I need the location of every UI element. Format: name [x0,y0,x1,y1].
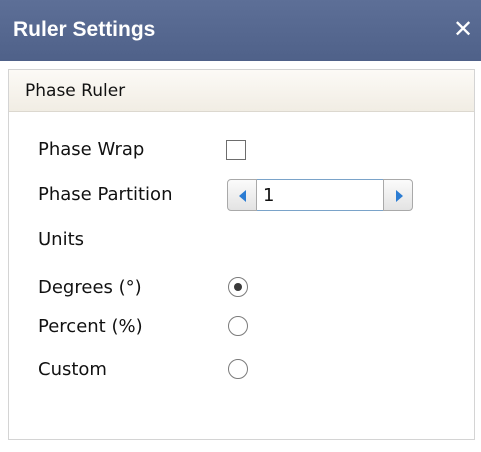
close-button[interactable]: ✕ [448,13,478,45]
phase-partition-label: Phase Partition [38,184,173,205]
radio-selected-dot [234,283,242,291]
phase-partition-input[interactable] [257,179,383,211]
degrees-radio[interactable] [228,277,248,297]
dialog-title: Ruler Settings [13,18,156,41]
ruler-settings-dialog: Ruler Settings ✕ Phase Ruler Phase Wrap … [0,0,481,452]
phase-ruler-panel: Phase Ruler [8,69,475,440]
phase-wrap-label: Phase Wrap [38,139,145,160]
triangle-left-icon [239,190,246,202]
decrement-button[interactable] [227,179,257,211]
units-label: Units [38,229,85,250]
title-bar: Ruler Settings ✕ [0,0,481,61]
phase-partition-stepper [227,179,413,211]
custom-option-label: Custom [38,359,107,380]
panel-header: Phase Ruler [9,70,474,112]
triangle-right-icon [396,190,403,202]
phase-wrap-checkbox[interactable] [226,140,246,160]
increment-button[interactable] [383,179,413,211]
percent-radio[interactable] [228,316,248,336]
close-icon: ✕ [452,15,474,43]
custom-radio[interactable] [228,359,248,379]
degrees-option-label: Degrees (°) [38,277,142,298]
panel-title: Phase Ruler [25,81,126,101]
percent-option-label: Percent (%) [38,316,143,337]
